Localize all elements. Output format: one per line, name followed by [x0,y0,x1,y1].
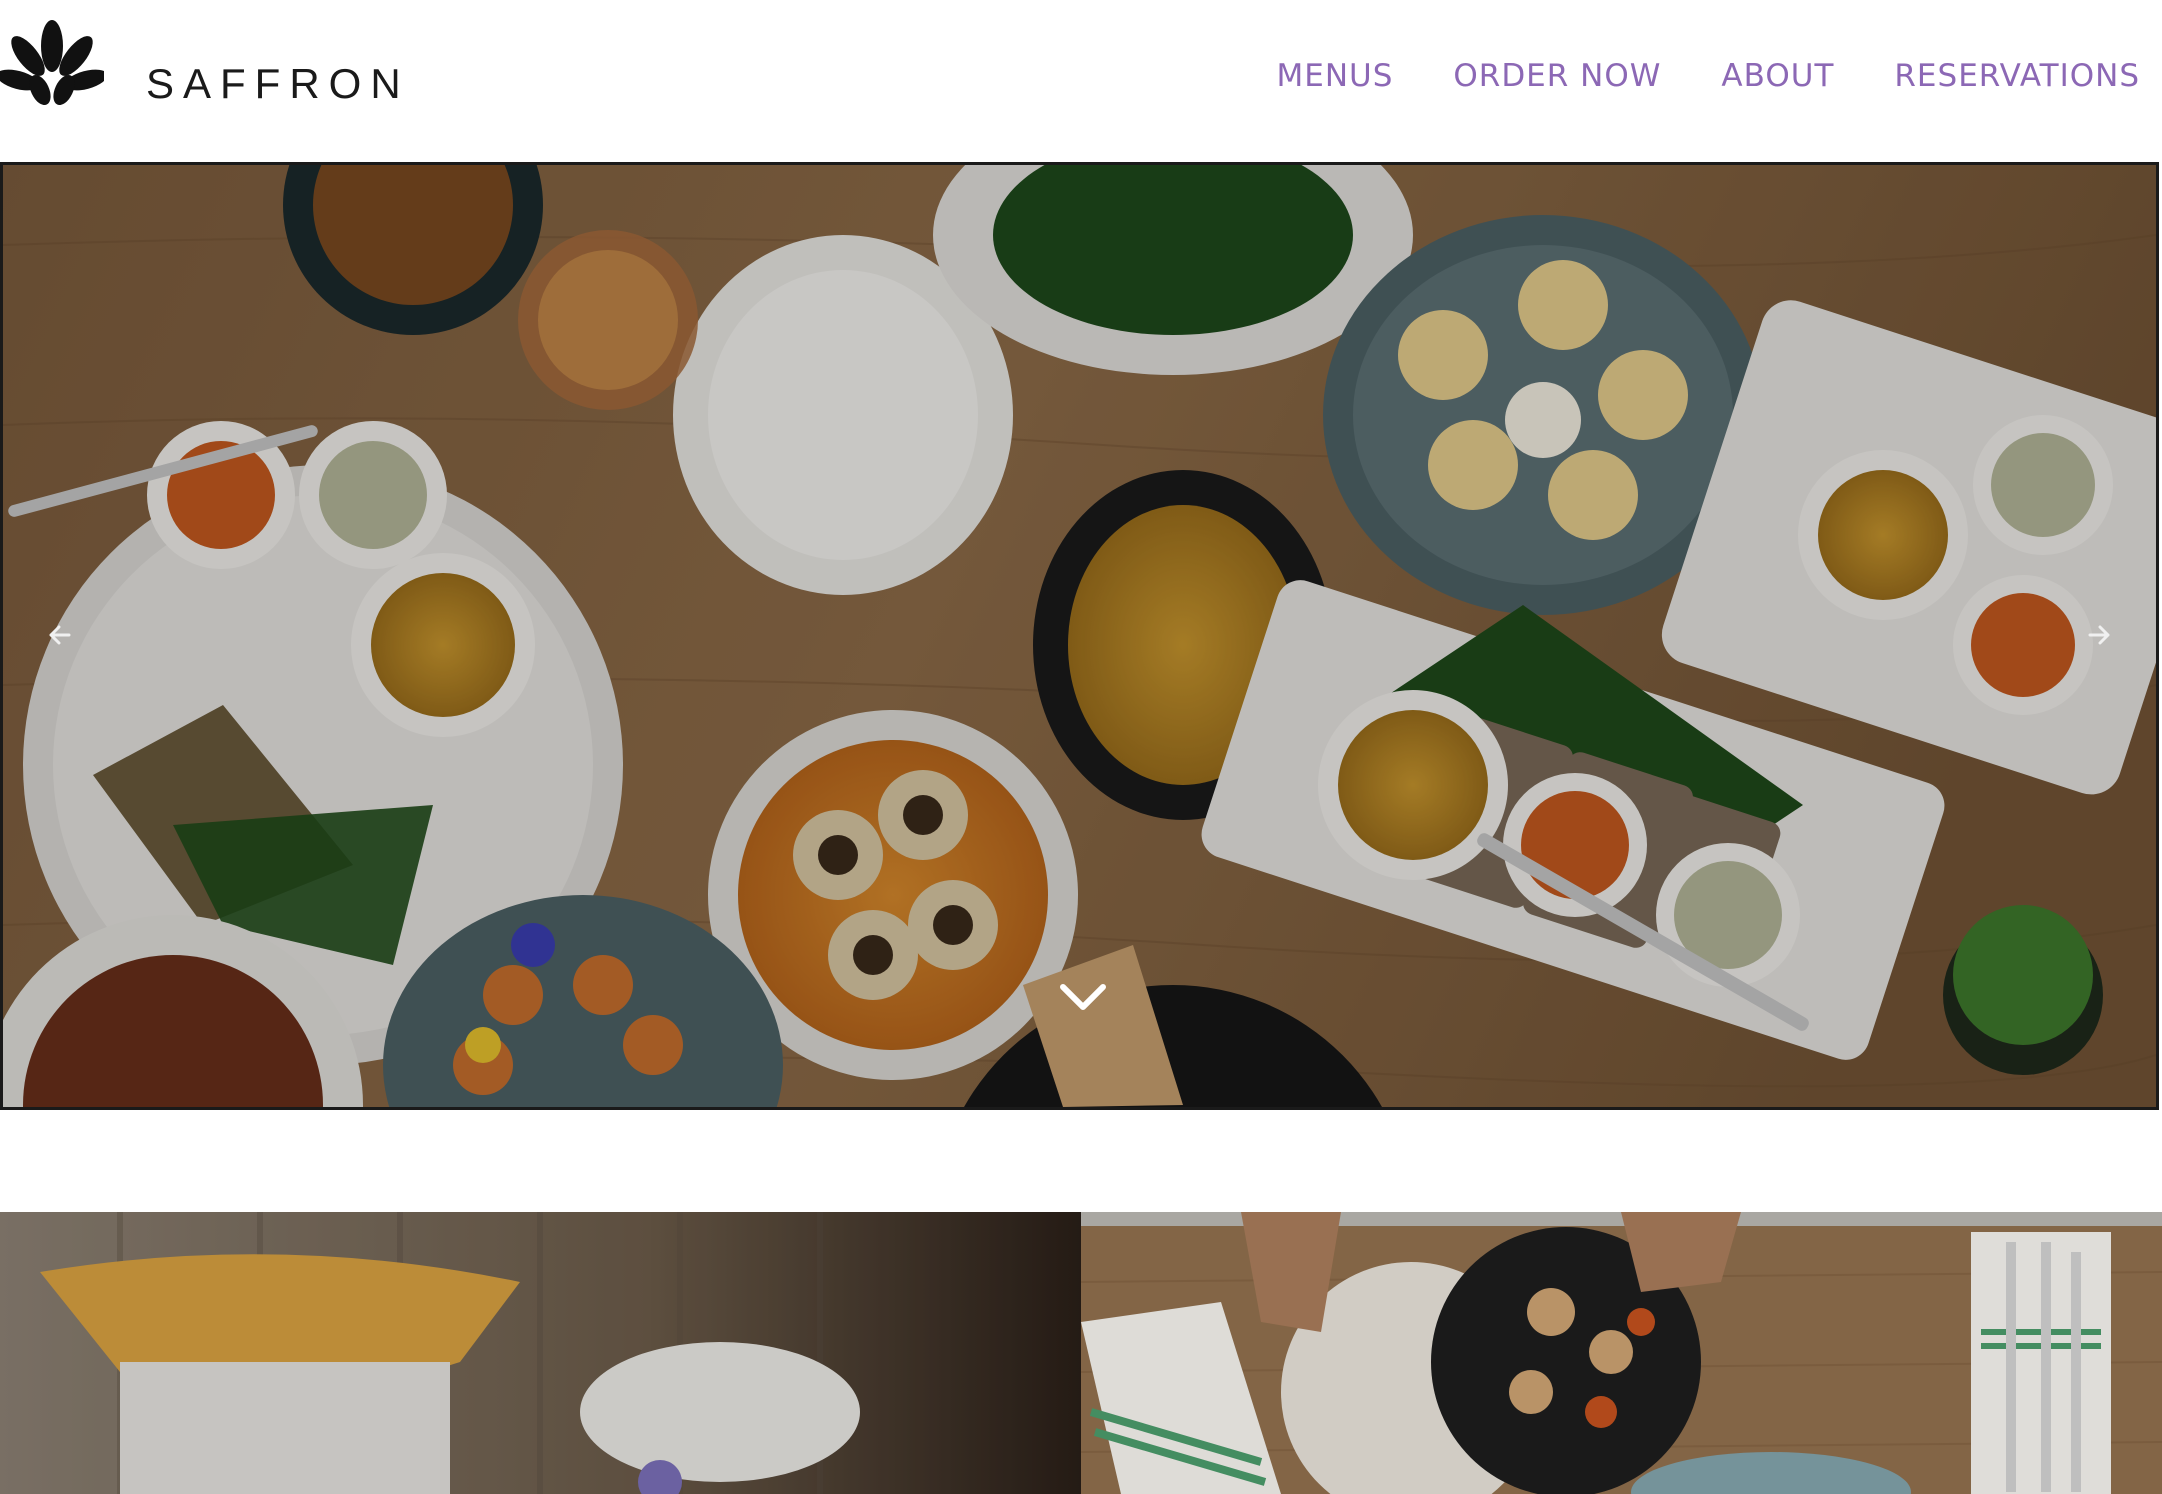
feature-tile-dining-table[interactable] [1081,1212,2162,1494]
feature-tile-dining-room[interactable] [0,1212,1081,1494]
lotus-flower-icon[interactable] [0,16,108,106]
nav-item-reservations[interactable]: RESERVATIONS [1894,58,2140,94]
brand-wordmark[interactable]: SAFFRON [146,60,410,108]
nav-item-order-now[interactable]: ORDER NOW [1453,58,1661,94]
chevron-down-icon[interactable] [1055,977,1111,1017]
arrow-left-icon[interactable] [41,615,81,655]
hero-slider [0,162,2159,1110]
nav-item-menus[interactable]: MENUS [1276,58,1393,94]
site-header: SAFFRON MENUS ORDER NOW ABOUT RESERVATIO… [0,0,2162,162]
nav-item-about[interactable]: ABOUT [1721,58,1834,94]
dining-room-image [0,1212,1081,1494]
arrow-right-icon[interactable] [2078,615,2118,655]
feature-tiles [0,1212,2162,1494]
main-nav: MENUS ORDER NOW ABOUT RESERVATIONS [1276,58,2140,94]
dining-table-image [1081,1212,2162,1494]
hero-food-image [3,165,2156,1107]
